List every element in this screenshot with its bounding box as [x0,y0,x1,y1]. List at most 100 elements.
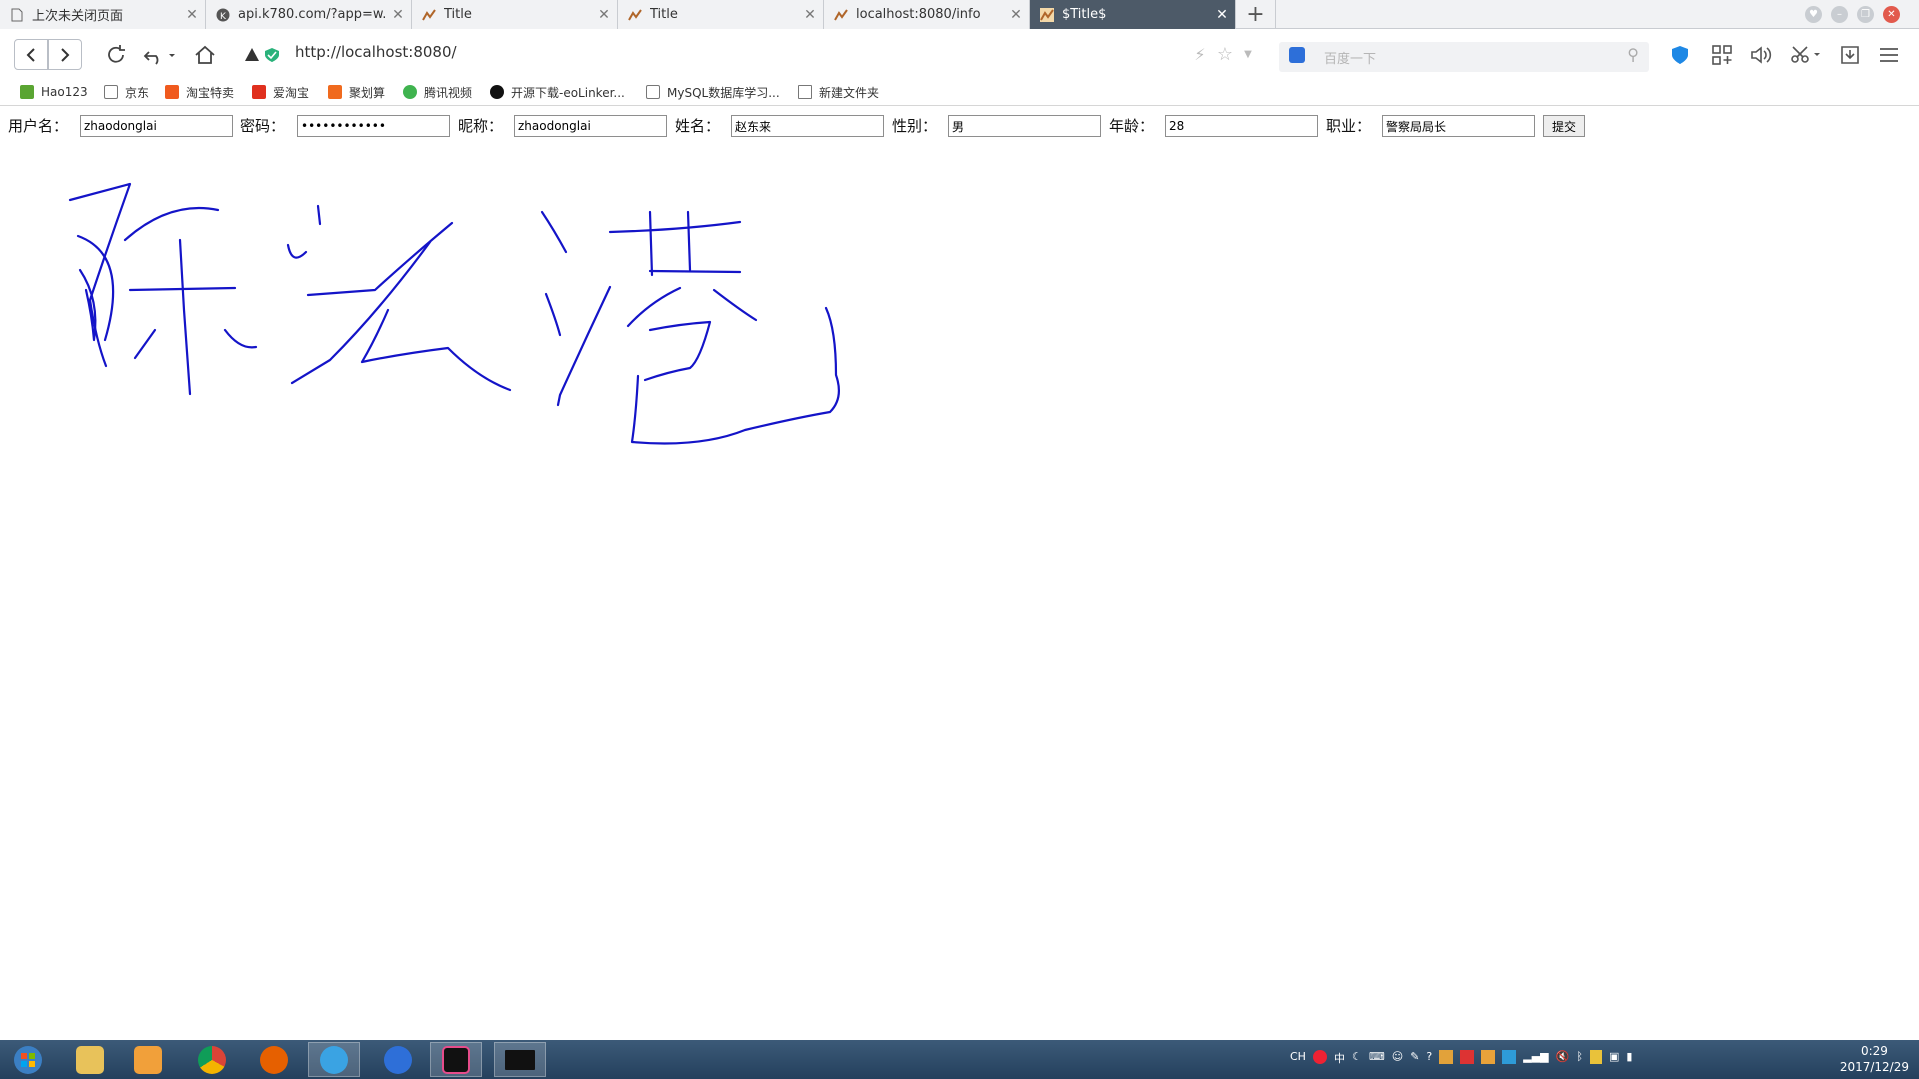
age-input[interactable] [1165,115,1318,137]
bookmark-label: 淘宝特卖 [186,85,235,100]
tab-localhost-info[interactable]: localhost:8080/info ✕ [824,0,1030,29]
user-info-form: 用户名： 密码： 昵称： 姓名： 性别： 年龄： 职业： 提交 [0,112,1919,140]
search-input[interactable]: 百度一下 [1324,48,1376,67]
nickname-input[interactable] [514,115,667,137]
firefox-app[interactable] [248,1042,300,1077]
bookmarks-bar: Hao123 京东 淘宝特卖 爱淘宝 聚划算 腾讯视频 开源下载-eoLinke… [0,78,1919,106]
occupation-input[interactable] [1382,115,1535,137]
wrench-icon[interactable]: ✎ [1410,1050,1419,1066]
restore-icon[interactable]: ❐ [1857,6,1874,23]
name-label: 姓名： [675,117,721,135]
bookmark-label: 爱淘宝 [273,85,310,100]
download-icon[interactable] [1834,39,1866,70]
page-icon [104,85,118,99]
volume-muted-icon[interactable]: 🔇 [1556,1050,1570,1066]
lightning-icon[interactable]: ⚡ [1187,39,1213,70]
tab-last-closed-pages[interactable]: 上次未关闭页面 ✕ [0,0,206,29]
browser-app[interactable] [308,1042,360,1077]
shield-icon[interactable] [262,39,282,70]
folder-icon [76,1045,104,1074]
extension-shield-icon[interactable] [1664,39,1696,70]
submit-button[interactable]: 提交 [1543,115,1585,137]
scissors-icon[interactable] [1786,39,1826,70]
back-button[interactable] [14,39,48,70]
system-tray: CH 中 ☾ ⌨ ☺ ✎ ? ▂▄▆ 🔇 ᛒ ▣ ▮ [1290,1050,1632,1066]
clock[interactable]: 0:29 2017/12/29 [1840,1043,1909,1075]
chrome-app[interactable] [186,1042,238,1077]
bookmark-taobao-sale[interactable]: 淘宝特卖 [165,82,234,102]
close-icon[interactable]: ✕ [179,7,205,23]
star-icon[interactable]: ☆ [1212,39,1238,70]
hao123-icon [20,85,34,99]
chevron-down-icon[interactable]: ▼ [1238,39,1258,70]
refresh-icon[interactable] [100,39,132,70]
tray-app-icon[interactable] [1481,1050,1496,1064]
close-icon[interactable]: ✕ [1209,7,1235,23]
media-player-app[interactable] [122,1042,174,1077]
terminal-app[interactable] [494,1042,546,1077]
start-button[interactable] [2,1042,54,1077]
close-window-icon[interactable]: ✕ [1883,6,1900,23]
ime-indicator[interactable]: CH [1290,1050,1306,1066]
close-icon[interactable]: ✕ [797,7,823,23]
tab-api-k780[interactable]: K api.k780.com/?app=w... ✕ [206,0,412,29]
home-icon[interactable] [189,39,221,70]
tray-app-icon[interactable] [1502,1050,1517,1064]
bookmark-eolinker[interactable]: 开源下载-eoLinker... [490,82,625,102]
keyboard-icon[interactable]: ⌨ [1369,1050,1385,1066]
search-box[interactable]: 百度一下 ⚲ [1279,42,1649,72]
username-input[interactable] [80,115,233,137]
user-icon[interactable]: ☺ [1392,1050,1403,1066]
bookmark-new-folder[interactable]: 新建文件夹 [798,82,879,102]
tab-title-2[interactable]: Title ✕ [618,0,824,29]
tray-app-icon[interactable] [1460,1050,1475,1064]
tray-app-icon[interactable] [1439,1050,1454,1064]
bookmark-ai-taobao[interactable]: 爱淘宝 [252,82,309,102]
shield-icon[interactable] [1589,1050,1602,1064]
maps-app[interactable] [372,1042,424,1077]
gender-input[interactable] [948,115,1101,137]
bookmark-label: 聚划算 [349,85,386,100]
intellij-icon [422,8,436,22]
sogou-icon[interactable] [1312,1050,1327,1064]
tab-title: Title [650,7,678,22]
network-icon[interactable]: ▣ [1609,1050,1619,1066]
bookmark-jd[interactable]: 京东 [104,82,149,102]
site-k-icon: K [216,8,230,22]
menu-icon[interactable] [1873,39,1905,70]
bookmark-hao123[interactable]: Hao123 [20,82,88,102]
forward-button[interactable] [48,39,82,70]
battery-icon[interactable]: ▮ [1626,1050,1632,1066]
skin-icon[interactable]: ♥ [1805,6,1822,23]
new-tab-button[interactable]: + [1236,0,1276,29]
name-input[interactable] [731,115,884,137]
bookmark-juhuasuan[interactable]: 聚划算 [328,82,385,102]
help-icon[interactable]: ? [1426,1050,1432,1066]
minimize-icon[interactable]: – [1831,6,1848,23]
bookmark-label: MySQL数据库学习... [667,85,780,100]
search-icon[interactable]: ⚲ [1627,45,1639,64]
speaker-icon[interactable] [1745,39,1777,70]
password-input[interactable] [297,115,450,137]
address-bar[interactable]: http://localhost:8080/ [295,43,457,61]
explorer-app[interactable] [64,1042,116,1077]
close-icon[interactable]: ✕ [1003,7,1029,23]
language-indicator[interactable]: 中 [1334,1050,1345,1066]
baidu-icon[interactable] [1289,47,1305,63]
handwriting-canvas[interactable] [0,140,1919,1040]
tab-title-1[interactable]: Title ✕ [412,0,618,29]
tab-active-title-template[interactable]: $Title$ ✕ [1030,0,1236,29]
bluetooth-icon[interactable]: ᛒ [1576,1050,1583,1066]
chevron-left-icon [26,47,35,62]
bookmark-tencent-video[interactable]: 腾讯视频 [403,82,472,102]
close-icon[interactable]: ✕ [385,7,411,23]
signal-icon[interactable]: ▂▄▆ [1523,1050,1548,1066]
age-label: 年龄： [1109,117,1155,135]
close-icon[interactable]: ✕ [591,7,617,23]
intellij-app[interactable] [430,1042,482,1077]
apps-grid-icon[interactable] [1706,39,1738,70]
bookmark-mysql[interactable]: MySQL数据库学习... [646,82,780,102]
moon-icon[interactable]: ☾ [1352,1050,1362,1066]
security-badge-icon[interactable] [242,39,262,70]
undo-close-icon[interactable] [140,39,180,70]
